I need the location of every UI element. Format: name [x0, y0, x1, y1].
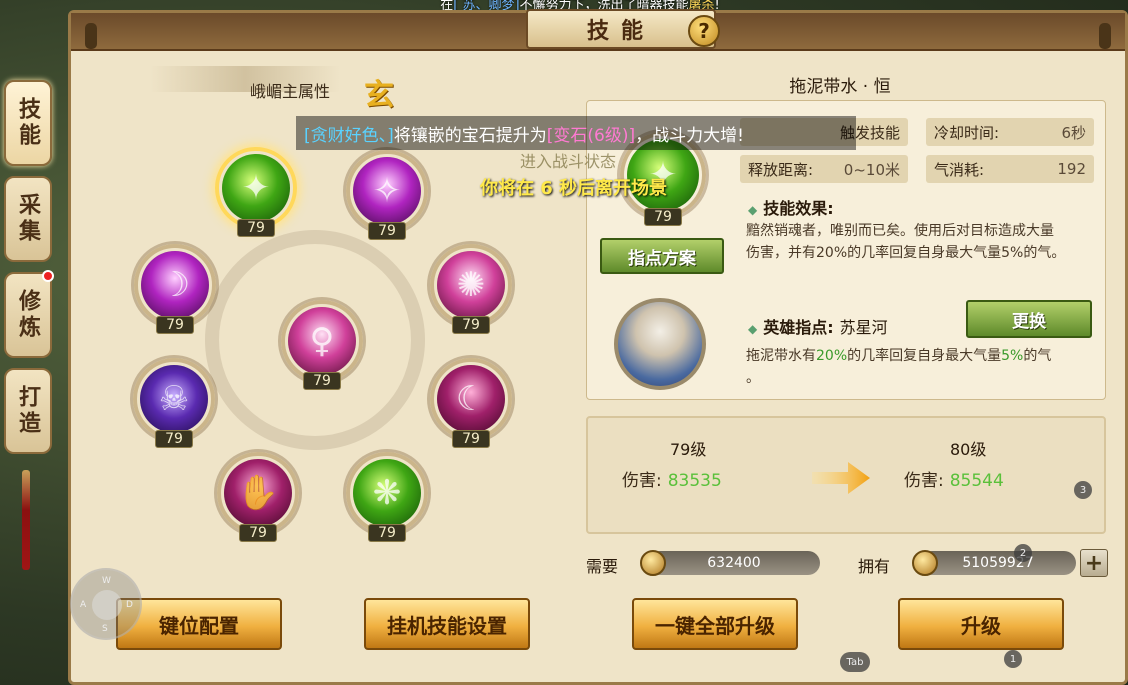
next-damage: 伤害: 85544 [904, 471, 1004, 491]
skill-orb: ✺ [437, 251, 505, 319]
system-notice: [贪财好色、] 将镶嵌的宝石提升为 [变石(6级)] ，战斗力大增! [296, 116, 856, 150]
plan-button[interactable]: 指点方案 [600, 238, 724, 274]
skill-orb: ☠ [140, 365, 208, 433]
tab-hotkey-hint: Tab [840, 652, 870, 672]
coin-icon [912, 550, 938, 576]
skill-orb: ✧ [353, 157, 421, 225]
selected-skill-name: 拖泥带水 · 恒 [789, 77, 891, 97]
skill-level: 79 [303, 372, 341, 390]
skill-level: 79 [237, 219, 275, 237]
skill-slot-8[interactable]: ✋ 79 [217, 452, 299, 542]
qi-cost-cell: 气消耗: 192 [926, 155, 1094, 183]
key-w-label: W [102, 576, 111, 586]
moon-icon: ☽ [159, 265, 191, 305]
skill-level: 79 [156, 316, 194, 334]
skull-icon: ☠ [158, 379, 190, 419]
range-cell: 释放距离: 0~10米 [740, 155, 908, 183]
next-level: 80级 [950, 440, 987, 459]
hotkey-hint: 2 [1014, 544, 1032, 562]
need-amount: 632400 [648, 551, 820, 575]
need-label: 需要 [586, 557, 619, 576]
skill-level: 79 [368, 524, 406, 542]
skill-level: 79 [239, 524, 277, 542]
effect-title: ◆ 技能效果: [748, 199, 834, 218]
diamond-icon: ◆ [748, 322, 758, 336]
effect-description: 黯然销魂者，唯别而已矣。使用后对目标造成大量 伤害，并有20%的几率回复自身最大… [746, 223, 1066, 261]
skill-level: 79 [155, 430, 193, 448]
upgrade-button[interactable]: 升级 [898, 598, 1064, 650]
hotkey-hint: 3 [1074, 481, 1092, 499]
skill-level: 79 [644, 208, 682, 226]
skill-orb: ☽ [141, 251, 209, 319]
crescent-icon: ☾ [455, 379, 487, 419]
header-knob-right [1099, 23, 1111, 49]
virtual-joystick[interactable]: W A S D [70, 568, 142, 640]
key-a-label: A [80, 600, 87, 610]
figure-icon: ♀ [309, 321, 335, 361]
skill-slot-6[interactable]: ☠ 79 [133, 358, 215, 448]
coin-icon [640, 550, 666, 576]
key-d-label: D [126, 600, 133, 610]
leave-countdown: 你将在 6 秒后离开场景 [480, 178, 668, 199]
joystick-knob[interactable] [92, 590, 122, 620]
have-amount: 51059927 [920, 551, 1076, 575]
skill-orb: ☾ [437, 365, 505, 433]
upgrade-preview: 79级 80级 伤害: 83535 伤害: 85544 [586, 416, 1106, 534]
question-icon: ? [698, 19, 710, 43]
arrow-right-icon [812, 462, 870, 494]
current-level: 79级 [670, 440, 707, 459]
burst-icon: ✺ [456, 265, 486, 305]
skill-slot-9[interactable]: ❋ 79 [346, 452, 428, 542]
skill-orb: ❋ [353, 459, 421, 527]
skill-orb: ✦ [222, 154, 290, 222]
upgrade-all-button[interactable]: 一键全部升级 [632, 598, 798, 650]
auto-skill-settings-button[interactable]: 挂机技能设置 [364, 598, 530, 650]
leaf-icon: ✦ [241, 168, 271, 208]
skill-slot-5[interactable]: ♀ 79 [281, 300, 363, 390]
wind-icon: ❋ [372, 473, 402, 513]
have-label: 拥有 [858, 557, 891, 576]
skill-slot-7[interactable]: ☾ 79 [430, 358, 512, 448]
current-damage: 伤害: 83535 [622, 471, 722, 491]
hero-title: ◆ 英雄指点: 苏星河 [748, 318, 888, 337]
change-hero-button[interactable]: 更换 [966, 300, 1092, 338]
skill-slot-2[interactable]: ✧ 79 [346, 150, 428, 240]
skill-orb: ✋ [224, 459, 292, 527]
hotkey-hint: 1 [1004, 650, 1022, 668]
cooldown-cell: 冷却时间: 6秒 [926, 118, 1094, 146]
key-s-label: S [102, 624, 108, 634]
hero-portrait[interactable] [614, 298, 706, 390]
skill-level: 79 [452, 316, 490, 334]
hero-description: 拖泥带水有20%的几率回复自身最大气量5%的气 。 [746, 348, 1052, 386]
hand-icon: ✋ [236, 473, 280, 513]
sparkle-icon: ✧ [372, 171, 402, 211]
skill-slot-3[interactable]: ☽ 79 [134, 244, 216, 334]
combat-status-text: 进入战斗状态 [520, 152, 617, 171]
skill-orb: ♀ [288, 307, 356, 375]
skill-slot-4[interactable]: ✺ 79 [430, 244, 512, 334]
skill-level: 79 [368, 222, 406, 240]
skill-level: 79 [452, 430, 490, 448]
diamond-icon: ◆ [748, 203, 758, 217]
skill-slot-1[interactable]: ✦ 79 [215, 147, 297, 237]
add-currency-button[interactable]: + [1080, 549, 1108, 577]
help-button[interactable]: ? [688, 15, 720, 47]
